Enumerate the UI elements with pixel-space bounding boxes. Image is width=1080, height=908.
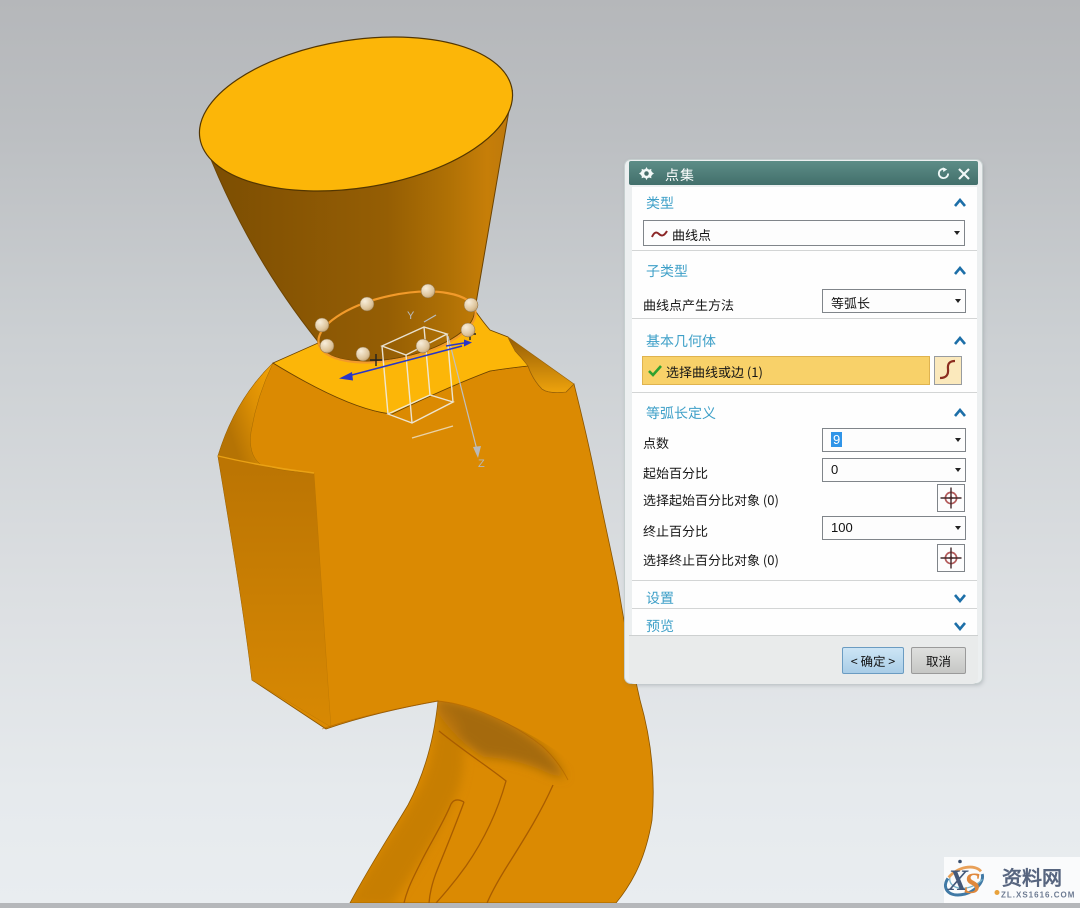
svg-text:S: S [964,867,981,900]
svg-text:ZL.XS1616.COM: ZL.XS1616.COM [1001,891,1075,900]
svg-text:Z: Z [478,458,485,470]
svg-text:Y: Y [407,310,415,322]
svg-text:资料网: 资料网 [1002,862,1062,891]
